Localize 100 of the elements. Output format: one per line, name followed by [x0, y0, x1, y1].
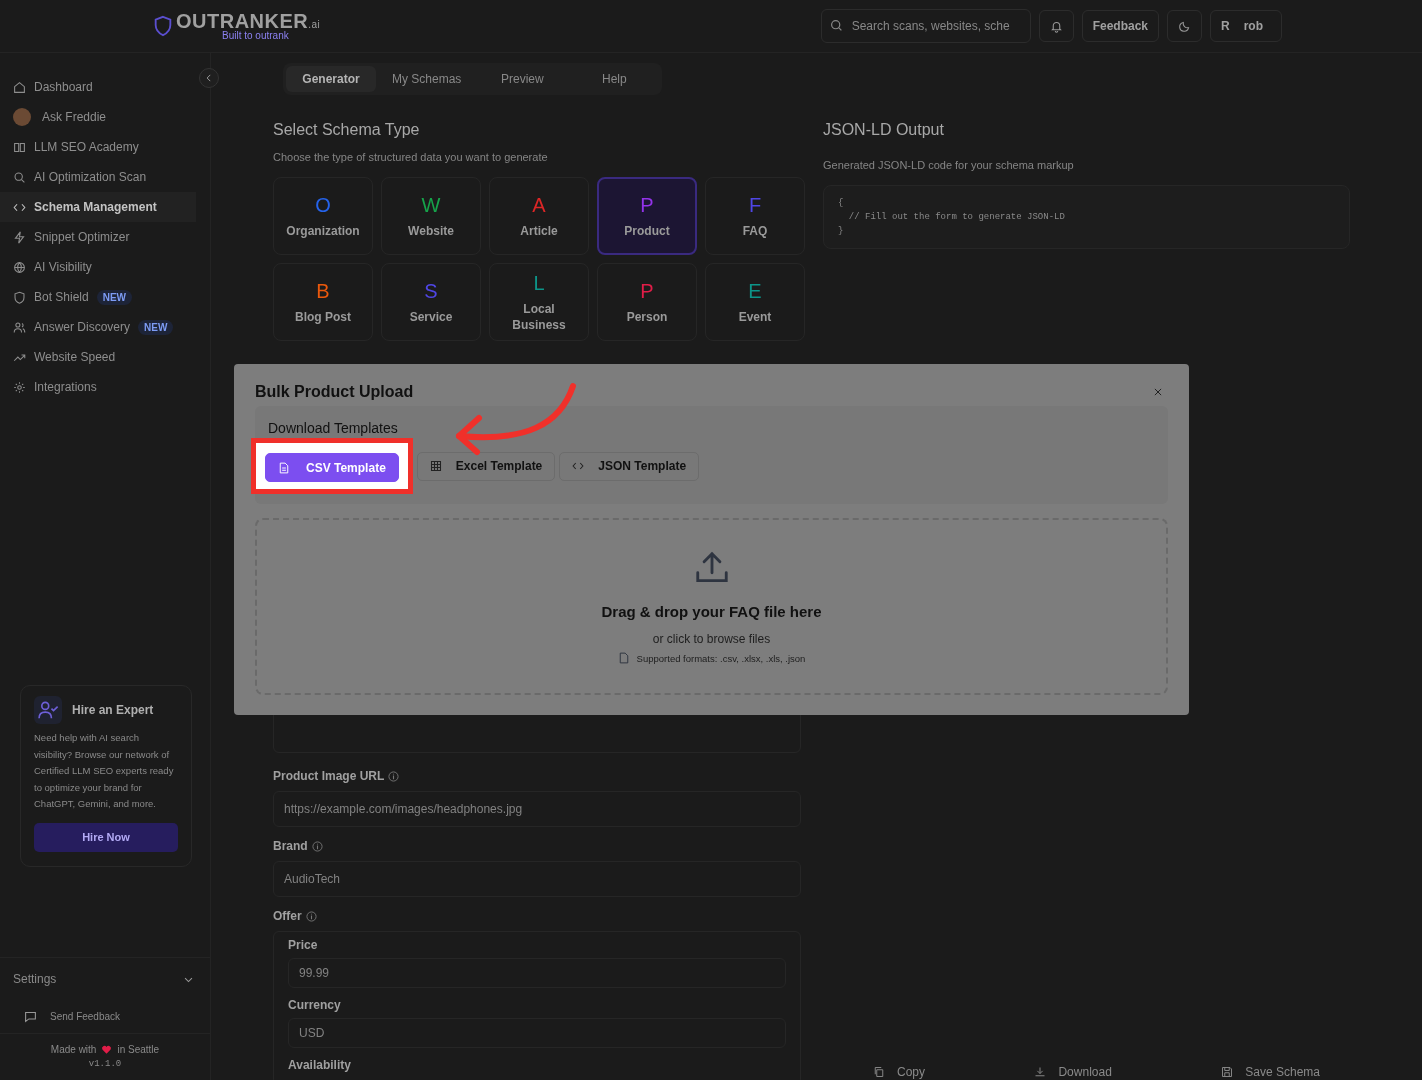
schema-type-card[interactable]: O Organization: [273, 177, 373, 255]
action-button[interactable]: Download: [1034, 1061, 1112, 1080]
tagline: Built to outrank: [221, 31, 290, 41]
shield-icon: [13, 290, 26, 304]
template-button[interactable]: Excel Template: [416, 451, 556, 481]
location-text: in Seattle: [117, 1044, 160, 1055]
hire-now-button[interactable]: Hire Now: [34, 822, 178, 852]
schema-type-card[interactable]: B Blog Post: [273, 263, 373, 341]
tab[interactable]: Generator: [286, 66, 376, 92]
field-label: Brand: [273, 839, 308, 853]
tab[interactable]: Help: [569, 66, 660, 92]
download-icon: [1034, 1066, 1047, 1078]
moon-icon: [1178, 19, 1191, 33]
type-letter: S: [424, 279, 438, 303]
sidebar-item[interactable]: Snippet Optimizer: [0, 222, 196, 252]
sidebar-item[interactable]: Integrations: [0, 372, 196, 402]
section-title: JSON-LD Output: [823, 121, 945, 139]
type-label: Event: [738, 308, 772, 325]
section-title: Select Schema Type: [273, 121, 421, 139]
settings-toggle[interactable]: Settings: [0, 958, 210, 1000]
template-button[interactable]: CSV Template: [265, 453, 399, 482]
new-badge: NEW: [138, 319, 174, 335]
schema-type-card[interactable]: W Website: [381, 177, 481, 255]
avatar-icon: [13, 108, 31, 126]
section-subtitle: Choose the type of structured data you want to generate: [273, 151, 549, 163]
action-button[interactable]: Save Schema: [1221, 1061, 1320, 1080]
logo-text: OUTRANKER.ai: [176, 11, 321, 31]
user-menu[interactable]: R rob: [1210, 10, 1282, 42]
sidebar-item[interactable]: Answer Discovery NEW: [0, 312, 196, 342]
schema-type-card[interactable]: E Event: [705, 263, 805, 341]
schema-type-card[interactable]: A Article: [489, 177, 589, 255]
type-label: Website: [408, 222, 454, 239]
dropzone-title: Drag & drop your FAQ file here: [601, 603, 822, 620]
tab[interactable]: Preview: [477, 66, 568, 92]
globe-icon: [13, 260, 26, 274]
dialog-title: Bulk Product Upload: [255, 383, 414, 401]
info-icon: [388, 770, 400, 782]
sidebar-item[interactable]: Dashboard: [0, 72, 196, 102]
promo-title: Hire an Expert: [72, 703, 154, 717]
sidebar-item[interactable]: Website Speed: [0, 342, 196, 372]
schema-type-card[interactable]: L Local Business: [489, 263, 589, 341]
theme-toggle-button[interactable]: [1167, 10, 1202, 42]
chat-icon: [24, 1010, 37, 1023]
document-icon: [278, 461, 290, 474]
field-label: Currency: [288, 998, 342, 1012]
sidebar-item[interactable]: AI Optimization Scan: [0, 162, 196, 192]
sidebar-item[interactable]: LLM SEO Academy: [0, 132, 196, 162]
type-letter: E: [748, 279, 762, 303]
drop-zone[interactable]: Drag & drop your FAQ file here or click to browse files Supported formats: .csv, .xlsx, .xls, .json: [255, 518, 1168, 695]
field-label: Availability: [288, 1058, 352, 1072]
type-label: Product: [624, 222, 670, 239]
info-icon: [311, 840, 323, 852]
input-field[interactable]: 99.99: [288, 958, 786, 988]
heart-icon: [101, 1044, 113, 1055]
type-letter: O: [315, 193, 331, 217]
field-label: Price: [288, 938, 319, 952]
schema-type-card[interactable]: P Person: [597, 263, 697, 341]
templates-heading: Download Templates: [268, 420, 399, 436]
logo[interactable]: OUTRANKER.ai Built to outrank: [152, 11, 321, 41]
sidebar-item[interactable]: Schema Management: [0, 192, 196, 222]
section-subtitle: Generated JSON-LD code for your schema markup: [823, 159, 1075, 171]
made-with-text: Made with: [50, 1044, 97, 1055]
action-button[interactable]: Copy: [873, 1061, 925, 1080]
type-letter: L: [533, 271, 545, 295]
user-check-icon: [34, 696, 62, 724]
users-icon: [13, 320, 26, 334]
input-field[interactable]: AudioTech: [273, 861, 801, 897]
version-text: v1.1.0: [88, 1059, 122, 1069]
input-field[interactable]: USD: [288, 1018, 786, 1048]
sidebar-item[interactable]: AI Visibility: [0, 252, 196, 282]
file-icon: [617, 652, 630, 664]
sidebar-item[interactable]: Bot Shield NEW: [0, 282, 196, 312]
code-line: // Fill out the form to generate JSON-LD: [847, 211, 1066, 224]
book-icon: [13, 140, 26, 154]
search-field[interactable]: Search scans, websites, sche: [820, 9, 1031, 43]
code-line: }: [838, 225, 845, 238]
send-feedback-link[interactable]: Send Feedback: [0, 1000, 210, 1034]
new-badge: NEW: [96, 289, 133, 305]
type-label: FAQ: [742, 222, 768, 239]
copy-icon: [873, 1066, 885, 1078]
gear-icon: [13, 380, 26, 394]
schema-type-card[interactable]: S Service: [381, 263, 481, 341]
tab[interactable]: My Schemas: [378, 66, 476, 92]
type-letter: A: [532, 193, 546, 217]
field-label: Product Image URL: [273, 769, 385, 783]
dropzone-subtitle: or click to browse files: [652, 632, 771, 646]
type-letter: P: [640, 279, 654, 303]
schema-type-card[interactable]: P Product: [597, 177, 697, 255]
home-icon: [13, 80, 26, 94]
type-letter: F: [748, 193, 762, 217]
type-label: Local Business: [511, 300, 567, 333]
feedback-button[interactable]: Feedback: [1081, 10, 1159, 42]
search-icon: [13, 170, 26, 184]
sidebar-item[interactable]: Ask Freddie: [0, 102, 196, 132]
code-icon: [572, 460, 585, 472]
input-field[interactable]: https://example.com/images/headphones.jpg: [273, 791, 801, 827]
field-label: Offer: [273, 909, 302, 923]
template-button[interactable]: JSON Template: [559, 451, 700, 481]
notifications-button[interactable]: [1038, 10, 1074, 42]
schema-type-card[interactable]: F FAQ: [705, 177, 805, 255]
